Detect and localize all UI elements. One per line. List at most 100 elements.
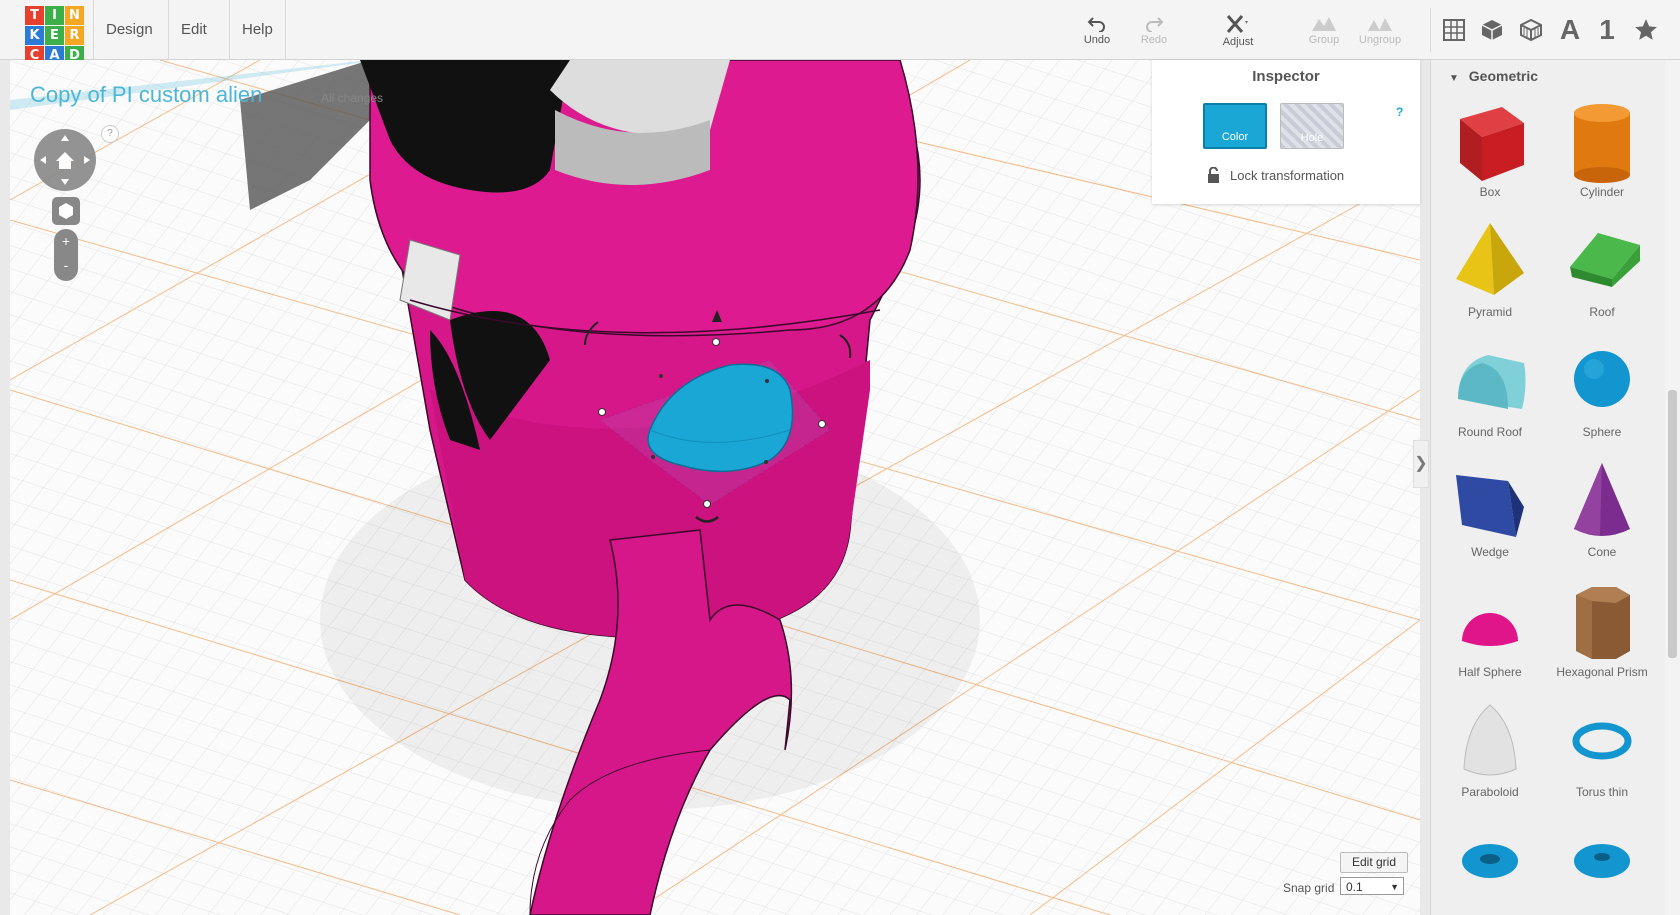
shape-box[interactable]: Box (1434, 95, 1546, 207)
inspector-help-icon[interactable]: ? (1396, 105, 1403, 119)
edit-grid-button[interactable]: Edit grid (1340, 852, 1408, 873)
inspector-panel: Inspector Color Hole ? Lock transformati… (1152, 60, 1420, 204)
shape-label: Box (1479, 185, 1501, 199)
cone-icon (1574, 463, 1630, 536)
section-title: Geometric (1468, 68, 1539, 84)
shape-label: Hexagonal Prism (1556, 665, 1648, 679)
shape-sphere[interactable]: Sphere (1546, 335, 1658, 447)
undo-icon (1087, 17, 1105, 32)
shape-pyramid[interactable]: Pyramid (1434, 215, 1546, 327)
top-toolbar: T I N K E R C A D Design Edit Help Undo … (0, 0, 1680, 65)
logo-letter: I (45, 6, 64, 25)
redo-icon (1146, 17, 1164, 32)
lock-icon (1208, 167, 1219, 183)
orbit-control[interactable] (34, 129, 96, 191)
adjust-button[interactable]: Adjust (1210, 10, 1266, 52)
menu-edit[interactable]: Edit (168, 0, 219, 59)
shape-torus[interactable] (1434, 815, 1546, 915)
shape-paraboloid[interactable]: Paraboloid (1434, 695, 1546, 807)
roof-icon (1570, 233, 1640, 287)
solid-view-button[interactable] (1475, 13, 1509, 47)
hole-label: Hole (1300, 132, 1324, 144)
shape-wedge[interactable]: Wedge (1434, 455, 1546, 567)
logo-letter: K (25, 26, 44, 45)
home-view-icon (40, 135, 90, 185)
hexagonal-prism-icon (1576, 587, 1630, 659)
group-label: Group (1308, 34, 1340, 46)
snap-grid-label: Snap grid (1283, 881, 1335, 895)
save-status: All changes (321, 91, 384, 105)
undo-button[interactable]: Undo (1069, 10, 1125, 52)
shape-label: Torus thin (1575, 785, 1629, 799)
shape-half-sphere[interactable]: Half Sphere (1434, 575, 1546, 687)
ungroup-icon (1368, 18, 1392, 31)
shape-label: Wedge (1471, 545, 1509, 559)
color-label: Color (1221, 131, 1249, 143)
favorites-button[interactable] (1629, 13, 1663, 47)
color-swatch[interactable]: Color (1203, 103, 1267, 149)
tinkercad-logo[interactable]: T I N K E R C A D (25, 6, 85, 66)
paraboloid-icon (1463, 704, 1517, 776)
lock-transformation-toggle[interactable]: Lock transformation (1207, 167, 1344, 183)
zoom-in-button[interactable]: + (54, 229, 78, 253)
pyramid-icon (1456, 223, 1524, 295)
toolbar-divider (1430, 8, 1431, 52)
menu-design[interactable]: Design (93, 0, 165, 59)
group-icon (1312, 17, 1336, 31)
shape-label: Cylinder (1579, 185, 1624, 199)
shape-cylinder[interactable]: Cylinder (1546, 95, 1658, 207)
shape-label: Half Sphere (1458, 665, 1522, 679)
section-header-geometric[interactable]: ▼ Geometric (1449, 68, 1538, 84)
zoom-control: + - (54, 229, 78, 281)
panel-scrollbar[interactable] (1665, 60, 1680, 915)
grid-view-icon (1443, 19, 1465, 41)
cylinder-icon (1574, 104, 1630, 183)
shapes-panel: ▼ Geometric Box Cylinder Pyramid Roof Ro… (1430, 60, 1680, 915)
shape-label: Round Roof (1457, 425, 1523, 439)
shape-tube[interactable] (1546, 815, 1658, 915)
menu-help[interactable]: Help (229, 0, 286, 59)
grid-view-button[interactable] (1437, 13, 1471, 47)
text-tool-button[interactable]: A (1553, 13, 1587, 47)
group-button[interactable]: Group (1296, 10, 1352, 52)
inspector-title: Inspector (1252, 68, 1320, 85)
scrollbar-thumb[interactable] (1668, 390, 1677, 658)
wireframe-view-button[interactable] (1514, 13, 1548, 47)
view-cube-button[interactable] (52, 197, 80, 225)
box-icon (1460, 107, 1524, 181)
navigation-help-icon[interactable]: ? (101, 125, 119, 143)
shape-cone[interactable]: Cone (1546, 455, 1658, 567)
collapse-panel-button[interactable]: ❯ (1413, 440, 1429, 488)
document-title[interactable]: Copy of PI custom alien (30, 82, 262, 108)
zoom-out-button[interactable]: - (54, 253, 78, 277)
adjust-label: Adjust (1222, 36, 1254, 48)
shape-hexagonal-prism[interactable]: Hexagonal Prism (1546, 575, 1658, 687)
half-sphere-icon (1462, 613, 1518, 646)
torus-thin-icon (1572, 722, 1632, 760)
shape-label: Sphere (1582, 425, 1622, 439)
lock-label: Lock transformation (1230, 167, 1345, 183)
sphere-icon (1574, 351, 1630, 407)
shape-roof[interactable]: Roof (1546, 215, 1658, 327)
shape-label: Pyramid (1467, 305, 1512, 319)
snap-grid-value: 0.1 (1346, 880, 1363, 894)
number-tool-button[interactable]: 1 (1590, 13, 1624, 47)
tube-icon (1574, 844, 1630, 878)
cube-icon (1481, 20, 1503, 40)
hole-swatch[interactable]: Hole (1280, 103, 1344, 149)
wireframe-cube-icon (1520, 18, 1542, 42)
ungroup-button[interactable]: Ungroup (1352, 10, 1408, 52)
ungroup-label: Ungroup (1358, 34, 1402, 46)
snap-grid-select[interactable]: 0.1 ▼ (1340, 877, 1404, 895)
shape-round-roof[interactable]: Round Roof (1434, 335, 1546, 447)
shape-torus-thin[interactable]: Torus thin (1546, 695, 1658, 807)
round-roof-icon (1458, 355, 1526, 409)
shape-label: Cone (1587, 545, 1617, 559)
adjust-icon (1226, 15, 1248, 33)
shape-label: Roof (1589, 305, 1615, 319)
redo-label: Redo (1140, 34, 1168, 46)
logo-letter: E (45, 26, 64, 45)
shape-label: Paraboloid (1461, 785, 1519, 799)
redo-button[interactable]: Redo (1126, 10, 1182, 52)
wedge-icon (1456, 475, 1524, 537)
